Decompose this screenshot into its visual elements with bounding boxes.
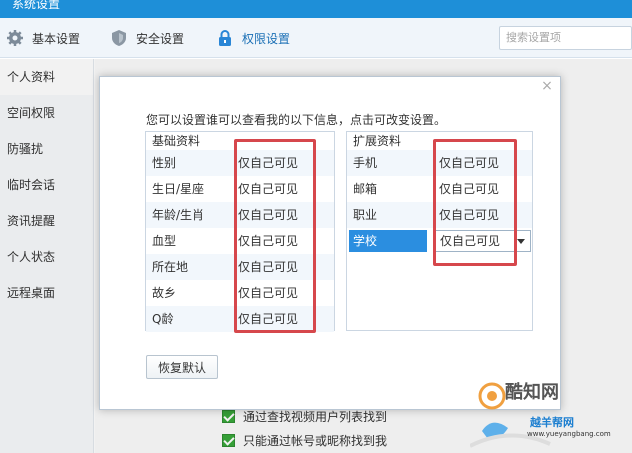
field-name: 年龄/生肖 [152,208,205,222]
lock-icon [219,30,231,46]
tab-security-settings[interactable]: 安全设置 [110,26,184,50]
shield-icon [112,30,126,46]
field-name: 学校 [349,230,427,252]
close-icon[interactable]: × [540,79,554,93]
tab-label: 安全设置 [136,31,185,46]
tab-label: 基本设置 [32,31,81,46]
title-bar: 系统设置 [0,0,632,18]
tab-permission-settings[interactable]: 权限设置 [216,26,290,50]
field-name: 邮箱 [353,182,378,196]
gear-icon [7,30,23,46]
highlight-box-basic [234,139,316,333]
search-input[interactable] [499,26,632,50]
window-title: 系统设置 [12,0,61,11]
watermark-name: 越羊帮网 [530,416,574,429]
field-name: 生日/星座 [152,182,205,196]
highlight-box-extended [433,139,517,266]
field-name: 所在地 [152,260,189,274]
watermark-brand: 酷知网 [505,382,559,403]
field-name: 故乡 [152,286,177,300]
field-name: 性别 [152,156,177,170]
top-tab-bar: 基本设置 安全设置 权限设置 [0,18,632,58]
field-name: 职业 [353,208,378,222]
watermark-url: www.yueyangbang.com [527,430,611,438]
dialog-intro-text: 您可以设置谁可以查看我的以下信息，点击可改变设置。 [146,113,447,127]
field-name: Q龄 [152,312,174,326]
tab-label: 权限设置 [242,31,291,46]
tab-basic-settings[interactable]: 基本设置 [6,26,80,50]
field-name: 血型 [152,234,177,248]
privacy-dialog: × 您可以设置谁可以查看我的以下信息，点击可改变设置。 基础资料 性别 仅自己可… [99,76,561,410]
reset-default-button[interactable]: 恢复默认 [146,355,218,379]
field-name: 手机 [353,156,378,170]
